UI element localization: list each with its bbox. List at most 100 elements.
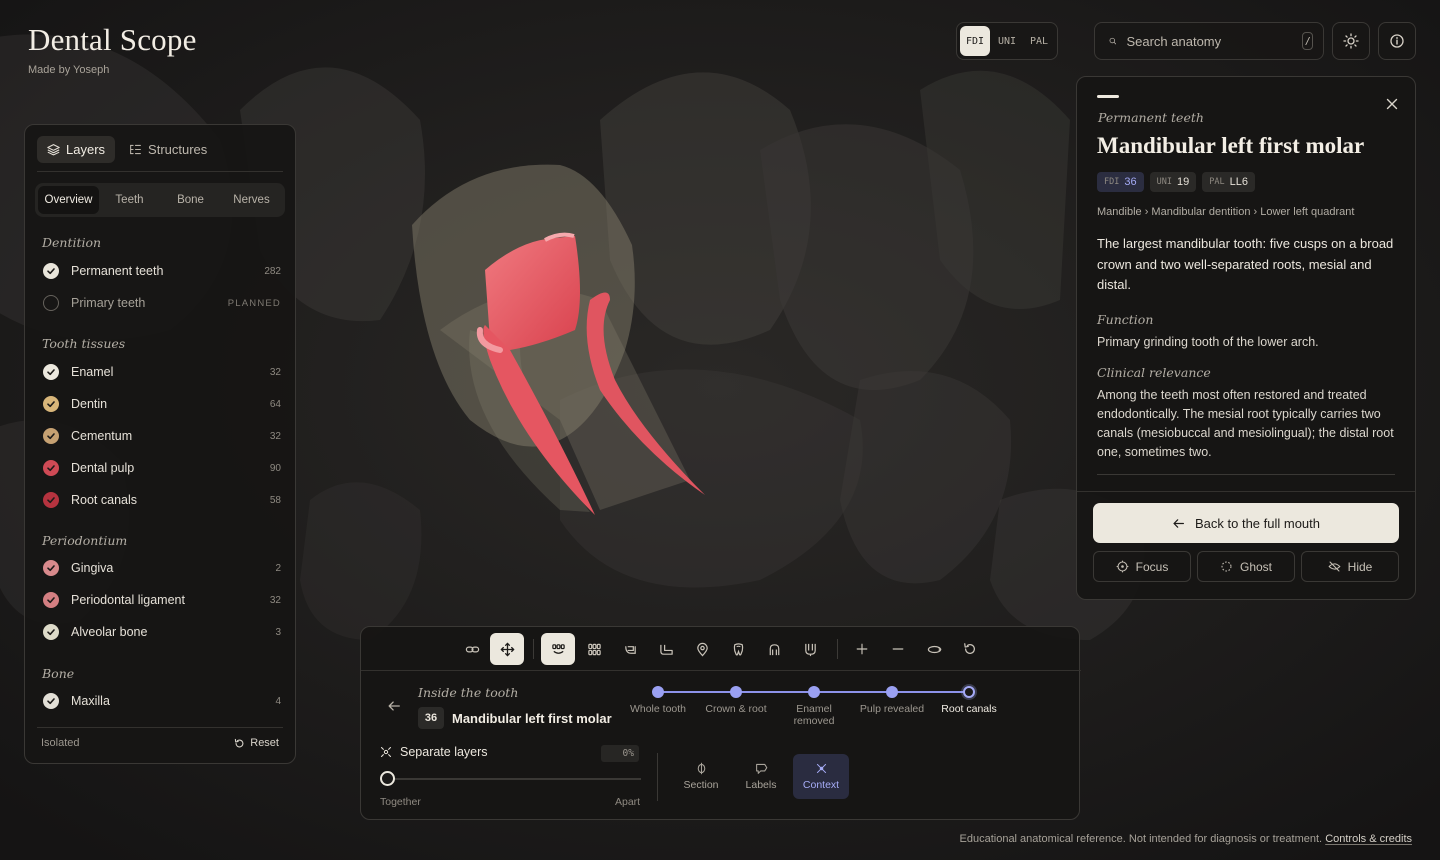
layer-check[interactable] xyxy=(43,693,59,709)
search-box[interactable]: / xyxy=(1094,22,1324,60)
layer-check[interactable] xyxy=(43,560,59,576)
layer-count: 3 xyxy=(275,626,281,638)
step-crown-root[interactable] xyxy=(730,686,742,698)
notation-pal[interactable]: PAL xyxy=(1024,26,1054,56)
side-view-button[interactable] xyxy=(613,633,647,665)
layer-row-alveolar-bone[interactable]: Alveolar bone 3 xyxy=(43,621,281,643)
layer-check[interactable] xyxy=(43,492,59,508)
app-subtitle: Made by Yoseph xyxy=(28,64,110,76)
tooth-outline-button[interactable] xyxy=(721,633,755,665)
layer-label: Cementum xyxy=(71,429,133,443)
layer-row-root-canals[interactable]: Root canals 58 xyxy=(43,489,281,511)
lower-jaw-icon xyxy=(659,644,673,655)
move-tool-button[interactable] xyxy=(490,633,524,665)
layer-check[interactable] xyxy=(43,295,59,311)
context-button[interactable]: Context xyxy=(793,754,849,799)
tooth-marker-button[interactable] xyxy=(685,633,719,665)
layer-label: Periodontal ligament xyxy=(71,593,185,607)
back-label: Back to the full mouth xyxy=(1194,515,1320,531)
theme-toggle-button[interactable] xyxy=(1332,22,1370,60)
reset-view-button[interactable] xyxy=(953,633,987,665)
subtab-overview[interactable]: Overview xyxy=(38,186,99,214)
search-input[interactable] xyxy=(1126,33,1303,49)
orbit-icon xyxy=(927,645,942,653)
incisor-icon xyxy=(769,643,779,655)
controls-credits-link[interactable]: Controls & credits xyxy=(1325,833,1412,845)
layer-row-maxilla[interactable]: Maxilla 4 xyxy=(43,690,281,712)
lower-jaw-button[interactable] xyxy=(649,633,683,665)
layer-label: Dental pulp xyxy=(71,461,135,475)
layer-row-dentin[interactable]: Dentin 64 xyxy=(43,393,281,415)
code-badge-fdi: FDI 36 xyxy=(1097,172,1144,192)
labels-label: Labels xyxy=(745,779,777,791)
notation-uni[interactable]: UNI xyxy=(992,26,1022,56)
link-tool-button[interactable] xyxy=(455,633,489,665)
layer-check[interactable] xyxy=(43,364,59,380)
layer-row-dental-pulp[interactable]: Dental pulp 90 xyxy=(43,457,281,479)
tab-layers[interactable]: Layers xyxy=(37,136,116,163)
section-title-periodontium: Periodontium xyxy=(42,533,128,548)
subtab-nerves[interactable]: Nerves xyxy=(221,186,282,214)
arch-view-icon xyxy=(551,643,565,654)
footer-disclaimer: Educational anatomical reference. Not in… xyxy=(960,833,1412,845)
arrow-left-icon xyxy=(1173,518,1184,528)
orbit-button[interactable] xyxy=(917,633,951,665)
step-whole-tooth[interactable] xyxy=(652,686,664,698)
layer-label: Root canals xyxy=(71,493,138,507)
step-root-canals[interactable] xyxy=(963,686,975,698)
step-enamel-removed[interactable] xyxy=(808,686,820,698)
tab-structures[interactable]: Structures xyxy=(119,136,217,163)
layer-check[interactable] xyxy=(43,263,59,279)
step-pulp-revealed[interactable] xyxy=(886,686,898,698)
layer-count: 2 xyxy=(275,562,281,574)
notation-fdi[interactable]: FDI xyxy=(960,26,990,56)
function-text: Primary grinding tooth of the lower arch… xyxy=(1097,335,1319,349)
layer-row-enamel[interactable]: Enamel 32 xyxy=(43,361,281,383)
ghost-button[interactable]: Ghost xyxy=(1197,551,1295,582)
info-button[interactable] xyxy=(1378,22,1416,60)
separate-layers-slider[interactable] xyxy=(385,778,641,780)
layer-check[interactable] xyxy=(43,624,59,640)
layer-row-periodontal-ligament[interactable]: Periodontal ligament 32 xyxy=(43,589,281,611)
context-label: Context xyxy=(802,779,840,791)
zoom-out-icon xyxy=(892,648,904,650)
layer-row-gingiva[interactable]: Gingiva 2 xyxy=(43,557,281,579)
eye-off-icon xyxy=(1328,561,1341,572)
layer-check[interactable] xyxy=(43,592,59,608)
layer-row-cementum[interactable]: Cementum 32 xyxy=(43,425,281,447)
sun-icon xyxy=(1343,33,1359,49)
zoom-out-button[interactable] xyxy=(881,633,915,665)
molar-icon xyxy=(804,643,816,656)
labels-button[interactable]: Labels xyxy=(733,754,789,799)
reset-view-icon xyxy=(964,643,975,654)
subtab-teeth[interactable]: Teeth xyxy=(99,186,160,214)
grid-view-button[interactable] xyxy=(577,633,611,665)
subtab-bone[interactable]: Bone xyxy=(160,186,221,214)
section-title-tooth-tissues: Tooth tissues xyxy=(42,336,126,351)
layer-row-permanent-teeth[interactable]: Permanent teeth 282 xyxy=(43,260,281,282)
grid-view-icon xyxy=(587,643,601,655)
layer-check[interactable] xyxy=(43,396,59,412)
layer-row-primary-teeth[interactable]: Primary teeth PLANNED xyxy=(43,292,281,314)
arrow-left-icon[interactable] xyxy=(387,699,401,713)
reset-button[interactable]: Reset xyxy=(234,737,279,749)
code-badge-uni: UNI 19 xyxy=(1149,172,1197,192)
hide-button[interactable]: Hide xyxy=(1301,551,1399,582)
step-label: Root canals xyxy=(941,703,997,715)
tooth-detail-panel: Permanent teeth Mandibular left first mo… xyxy=(1076,76,1416,600)
zoom-in-button[interactable] xyxy=(845,633,879,665)
dock-tooth-name: Mandibular left first molar xyxy=(452,711,612,726)
focus-button[interactable]: Focus xyxy=(1093,551,1191,582)
layer-check[interactable] xyxy=(43,428,59,444)
back-to-full-mouth-button[interactable]: Back to the full mouth xyxy=(1093,503,1399,543)
close-icon[interactable] xyxy=(1385,97,1399,111)
arch-view-button[interactable] xyxy=(541,633,575,665)
layer-check[interactable] xyxy=(43,460,59,476)
section-button[interactable]: Section xyxy=(673,754,729,799)
molar-button[interactable] xyxy=(793,633,827,665)
slider-handle[interactable] xyxy=(380,771,395,786)
explode-icon xyxy=(380,746,392,758)
incisor-button[interactable] xyxy=(757,633,791,665)
code-badge-pal: PAL LL6 xyxy=(1202,172,1255,192)
tooth-marker-icon xyxy=(696,642,708,656)
